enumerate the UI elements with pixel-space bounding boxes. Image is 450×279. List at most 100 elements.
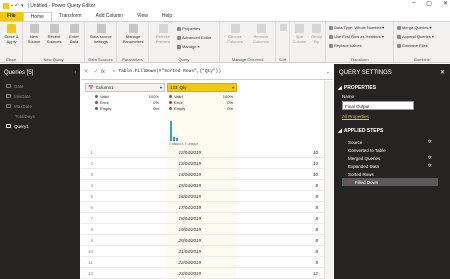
cell-date[interactable]: 21/04/2019 <box>151 249 201 254</box>
all-properties-link[interactable]: All Properties <box>334 114 450 119</box>
delete-step-icon[interactable]: ✕ <box>348 179 352 185</box>
column-type-icon[interactable]: 📅 <box>88 85 94 91</box>
query-item[interactable]: TotalDays <box>0 111 80 121</box>
enter-data-button[interactable]: Enter Data <box>66 24 82 44</box>
cell-qty[interactable]: 8 <box>251 216 318 221</box>
cell-qty[interactable]: 8 <box>251 194 318 199</box>
table-row[interactable]: 9 20/04/2019 8 <box>81 235 333 246</box>
table-row[interactable]: 12 23/04/2019 12 <box>81 268 333 279</box>
table-row[interactable]: 2 13/04/2019 10 <box>81 158 333 169</box>
merge-queries-button[interactable]: Merge Queries ▾ <box>397 25 431 30</box>
cell-date[interactable]: 16/04/2019 <box>151 194 201 199</box>
applied-step[interactable]: Merged Queries ✲ <box>334 154 450 162</box>
manage-button[interactable]: Manage ▾ <box>177 44 199 49</box>
cell-date[interactable]: 13/04/2019 <box>151 161 201 166</box>
query-item[interactable]: MinDate <box>0 91 80 101</box>
chevron-down-icon[interactable]: ▾ <box>232 85 234 90</box>
close-icon[interactable]: ✕ <box>440 69 445 76</box>
cell-date[interactable]: 12/04/2019 <box>151 150 201 155</box>
cell-date[interactable]: 18/04/2019 <box>151 216 201 221</box>
gear-icon[interactable]: ✲ <box>428 139 432 145</box>
properties-button[interactable]: Properties <box>177 26 200 31</box>
new-source-button[interactable]: New Source <box>25 24 43 44</box>
chevron-down-icon[interactable]: ▾ <box>160 85 162 90</box>
choose-columns-button[interactable]: Choose Columns <box>223 24 247 44</box>
tab-file[interactable]: File <box>0 12 23 21</box>
table-row[interactable]: 5 16/04/2019 8 <box>81 191 333 202</box>
applied-step[interactable]: Source ✲ <box>334 138 450 146</box>
applied-steps-section[interactable]: ◢ APPLIED STEPS <box>334 128 450 134</box>
cell-qty[interactable]: 8 <box>251 249 318 254</box>
cell-qty[interactable]: 8 <box>251 227 318 232</box>
cell-date[interactable]: 20/04/2019 <box>151 238 201 243</box>
table-row[interactable]: 11 22/04/2019 8 <box>81 257 333 268</box>
chevron-down-icon[interactable]: ⌄ <box>323 69 333 75</box>
table-row[interactable]: 1 12/04/2019 10 <box>81 147 333 158</box>
applied-step[interactable]: Sorted Rows <box>334 170 450 178</box>
query-item[interactable]: Date <box>0 81 80 91</box>
applied-step[interactable]: Expanded Data ✲ <box>334 162 450 170</box>
recent-sources-button[interactable]: Recent Sources <box>44 24 64 44</box>
append-queries-button[interactable]: Append Queries ▾ <box>397 34 434 39</box>
tab-view[interactable]: View <box>130 12 155 21</box>
query-item-selected[interactable]: Query1 <box>0 121 80 131</box>
cell-qty[interactable]: 8 <box>251 260 318 265</box>
first-row-headers-button[interactable]: Use First Row as Headers ▾ <box>329 34 384 39</box>
column-header-column1[interactable]: 📅 Column1 ▾ <box>85 83 165 92</box>
cell-date[interactable]: 17/04/2019 <box>151 205 201 210</box>
split-column-button[interactable]: Split Column <box>291 24 308 44</box>
table-row[interactable]: 7 18/04/2019 8 <box>81 213 333 224</box>
remove-columns-button[interactable]: Remove Columns <box>249 24 273 44</box>
refresh-preview-button[interactable]: Refresh Preview <box>151 24 175 44</box>
table-row[interactable]: 8 19/04/2019 8 <box>81 224 333 235</box>
close-button[interactable]: ✕ <box>443 0 448 7</box>
cell-date[interactable]: 15/04/2019 <box>151 183 201 188</box>
data-type-dropdown[interactable]: Data Type: Whole Number ▾ <box>329 25 384 30</box>
vertical-scrollbar[interactable] <box>324 81 333 279</box>
data-source-settings-button[interactable]: Data source settings <box>87 24 115 44</box>
commit-formula-icon[interactable]: ✓ <box>91 68 101 75</box>
query-name-input[interactable]: Final Output <box>342 101 414 110</box>
cell-qty[interactable]: 8 <box>251 238 318 243</box>
cell-date[interactable]: 22/04/2019 <box>151 260 201 265</box>
column-type-icon[interactable]: 123 <box>170 85 178 90</box>
cell-qty[interactable]: 8 <box>251 205 318 210</box>
formula-input[interactable]: = Table.FillDown(#"Sorted Rows",{"Qty"}) <box>110 69 323 74</box>
gear-icon[interactable]: ✲ <box>428 155 432 161</box>
group-by-button[interactable]: Group By <box>309 24 324 44</box>
tab-home[interactable]: Home <box>22 12 52 21</box>
column-header-qty[interactable]: 123 Qty ▾ <box>167 83 237 92</box>
tab-transform[interactable]: Transform <box>52 12 89 21</box>
table-row[interactable]: 6 17/04/2019 8 <box>81 202 333 213</box>
table-row[interactable]: 4 15/04/2019 8 <box>81 180 333 191</box>
table-row[interactable]: 3 14/04/2019 10 <box>81 169 333 180</box>
combine-files-button[interactable]: Combine Files <box>397 43 428 48</box>
applied-step[interactable]: Converted to Table <box>334 146 450 154</box>
gear-icon[interactable]: ✲ <box>428 163 432 169</box>
save-icon[interactable]: ▪ <box>11 3 13 9</box>
query-item[interactable]: MaxDate <box>0 101 80 111</box>
advanced-editor-button[interactable]: Advanced Editor <box>177 35 211 40</box>
tab-help[interactable]: Help <box>155 12 179 21</box>
manage-parameters-button[interactable]: Manage Parameters <box>119 24 147 44</box>
cell-qty[interactable]: 12 <box>251 271 318 276</box>
cell-qty[interactable]: 10 <box>251 150 318 155</box>
tab-add-column[interactable]: Add Column <box>89 12 131 21</box>
cancel-formula-icon[interactable]: ✕ <box>81 68 91 75</box>
cell-date[interactable]: 23/04/2019 <box>151 271 201 276</box>
keep-rows-button[interactable] <box>277 24 289 32</box>
cell-date[interactable]: 14/04/2019 <box>151 172 201 177</box>
properties-section[interactable]: ◢ PROPERTIES <box>334 85 450 91</box>
cell-qty[interactable]: 10 <box>251 172 318 177</box>
undo-icon[interactable]: ↶ <box>15 3 19 9</box>
applied-step-selected[interactable]: ✕ Filled Down <box>342 178 438 186</box>
collapse-icon[interactable]: ‹ <box>74 70 76 76</box>
cell-date[interactable]: 19/04/2019 <box>151 227 201 232</box>
replace-values-button[interactable]: Replace Values <box>329 43 362 48</box>
cell-qty[interactable]: 10 <box>251 161 318 166</box>
cell-qty[interactable]: 8 <box>251 183 318 188</box>
dropdown-icon[interactable]: ▾ <box>21 3 24 9</box>
minimize-button[interactable]: – <box>412 0 415 7</box>
table-row[interactable]: 10 21/04/2019 8 <box>81 246 333 257</box>
maximize-button[interactable]: ▢ <box>426 0 432 7</box>
